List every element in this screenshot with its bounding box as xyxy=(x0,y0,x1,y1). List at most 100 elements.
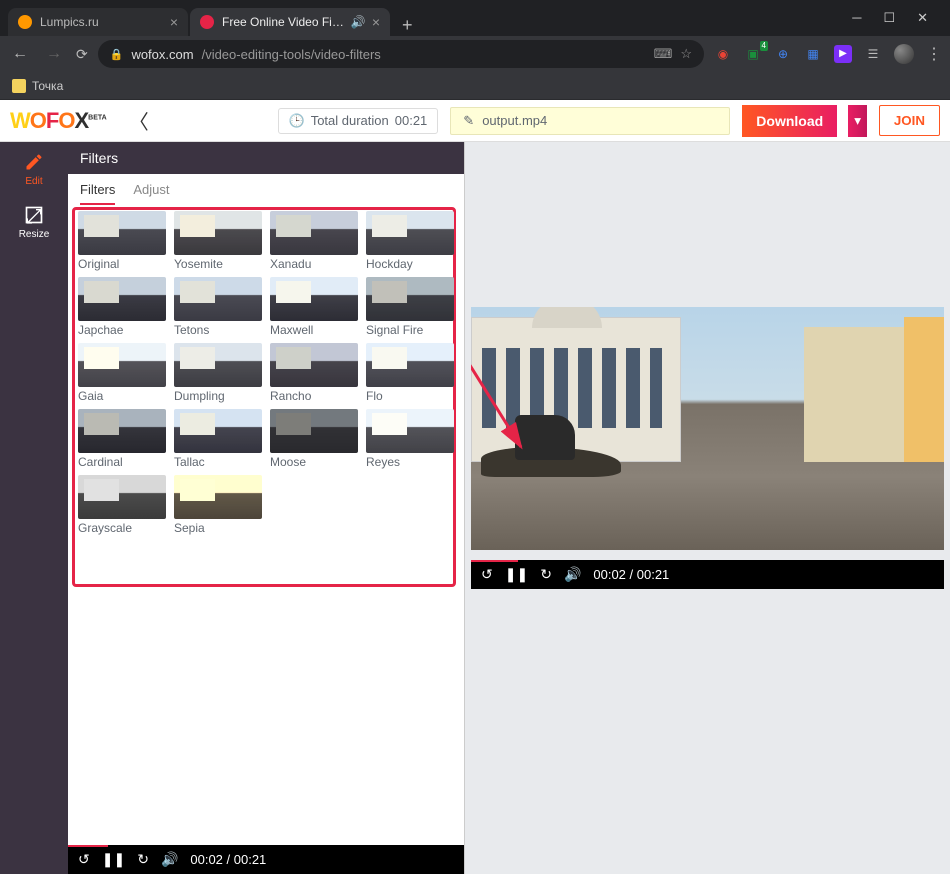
url-path: /video-editing-tools/video-filters xyxy=(202,47,381,62)
filter-cardinal[interactable]: Cardinal xyxy=(78,409,166,469)
filter-thumbnail xyxy=(78,343,166,387)
close-window-icon[interactable]: ✕ xyxy=(917,10,928,26)
browser-tab-lumpics[interactable]: Lumpics.ru × xyxy=(8,8,188,36)
filter-tallac[interactable]: Tallac xyxy=(174,409,262,469)
star-icon[interactable]: ☆ xyxy=(680,46,692,62)
window-controls: ─ ☐ ✕ xyxy=(838,8,942,26)
lock-icon: 🔒 xyxy=(110,48,124,61)
filter-thumbnail xyxy=(270,409,358,453)
filter-label: Tetons xyxy=(174,323,262,337)
filter-thumbnail xyxy=(366,409,454,453)
video-preview[interactable] xyxy=(471,307,944,550)
filter-label: Xanadu xyxy=(270,257,358,271)
filter-grayscale[interactable]: Grayscale xyxy=(78,475,166,535)
profile-avatar[interactable] xyxy=(894,44,914,64)
filter-gaia[interactable]: Gaia xyxy=(78,343,166,403)
filter-thumbnail xyxy=(270,343,358,387)
tool-edit[interactable]: Edit xyxy=(24,152,44,187)
resize-icon xyxy=(24,205,44,225)
filter-maxwell[interactable]: Maxwell xyxy=(270,277,358,337)
browser-tab-wofox[interactable]: Free Online Video Filters | W 🔊 × xyxy=(190,8,390,36)
tab-strip: Lumpics.ru × Free Online Video Filters |… xyxy=(0,0,950,36)
back-button[interactable]: 〈 xyxy=(119,106,159,135)
minimize-icon[interactable]: ─ xyxy=(852,10,861,26)
rewind-icon[interactable]: ↺ xyxy=(78,851,90,868)
filter-moose[interactable]: Moose xyxy=(270,409,358,469)
close-icon[interactable]: × xyxy=(372,14,380,30)
pause-icon[interactable]: ❚❚ xyxy=(505,566,528,583)
filter-thumbnail xyxy=(366,343,454,387)
ext-icon-5[interactable]: ▶ xyxy=(834,45,852,63)
download-button[interactable]: Download xyxy=(742,105,837,137)
tab-filters[interactable]: Filters xyxy=(80,182,115,205)
tab-adjust[interactable]: Adjust xyxy=(133,182,169,205)
ext-icon-4[interactable]: ▦ xyxy=(804,45,822,63)
volume-icon[interactable]: 🔊 xyxy=(564,566,581,583)
menu-icon[interactable]: ⋮ xyxy=(926,44,942,64)
filter-xanadu[interactable]: Xanadu xyxy=(270,211,358,271)
url-host: wofox.com xyxy=(131,47,193,62)
nav-back-icon[interactable]: ← xyxy=(8,45,32,63)
filter-yosemite[interactable]: Yosemite xyxy=(174,211,262,271)
favicon-wofox xyxy=(200,15,214,29)
filename-input[interactable]: ✎ output.mp4 xyxy=(450,107,730,135)
bookmark-folder-icon xyxy=(12,79,26,93)
app-header: WOFOXBETA 〈 🕒 Total duration 00:21 ✎ out… xyxy=(0,100,950,142)
join-button[interactable]: JOIN xyxy=(879,105,940,136)
filter-rancho[interactable]: Rancho xyxy=(270,343,358,403)
duration-display: 🕒 Total duration 00:21 xyxy=(278,108,439,134)
filter-sepia[interactable]: Sepia xyxy=(174,475,262,535)
nav-forward-icon[interactable]: → xyxy=(42,45,66,63)
filter-signal-fire[interactable]: Signal Fire xyxy=(366,277,454,337)
badge: 4 xyxy=(760,41,768,51)
forward-icon[interactable]: ↻ xyxy=(137,851,149,868)
ext-icon-1[interactable]: ◉ xyxy=(714,45,732,63)
maximize-icon[interactable]: ☐ xyxy=(883,10,895,26)
filter-label: Gaia xyxy=(78,389,166,403)
filter-thumbnail xyxy=(78,277,166,321)
volume-icon[interactable]: 🔊 xyxy=(161,851,178,868)
filter-label: Tallac xyxy=(174,455,262,469)
reload-icon[interactable]: ⟳ xyxy=(76,46,88,63)
filter-japchae[interactable]: Japchae xyxy=(78,277,166,337)
tool-rail: Edit Resize xyxy=(0,142,68,874)
filter-thumbnail xyxy=(174,475,262,519)
filter-label: Maxwell xyxy=(270,323,358,337)
filter-dumpling[interactable]: Dumpling xyxy=(174,343,262,403)
panel-tabs: Filters Adjust xyxy=(68,174,464,205)
tool-resize[interactable]: Resize xyxy=(19,205,50,240)
ext-icon-adblock[interactable]: ▣ 4 xyxy=(744,45,762,63)
filter-tetons[interactable]: Tetons xyxy=(174,277,262,337)
filter-reyes[interactable]: Reyes xyxy=(366,409,454,469)
app-body: Edit Resize Filters Filters Adjust Origi… xyxy=(0,142,950,874)
playback-bar-preview: ↺ ❚❚ ↻ 🔊 00:02 / 00:21 xyxy=(471,560,944,589)
filter-label: Dumpling xyxy=(174,389,262,403)
bookmark-item[interactable]: Точка xyxy=(32,79,63,93)
playback-time: 00:02 / 00:21 xyxy=(190,852,266,867)
new-tab-button[interactable]: + xyxy=(392,15,423,36)
filter-original[interactable]: Original xyxy=(78,211,166,271)
filter-flo[interactable]: Flo xyxy=(366,343,454,403)
forward-icon[interactable]: ↻ xyxy=(540,566,552,583)
filters-grid-wrap: OriginalYosemite Xanadu Hockday Japchae Teto… xyxy=(68,205,464,845)
sound-icon[interactable]: 🔊 xyxy=(351,15,366,29)
filter-label: Hockday xyxy=(366,257,454,271)
favicon-lumpics xyxy=(18,15,32,29)
filter-hockday[interactable]: Hockday xyxy=(366,211,454,271)
translate-icon[interactable]: ⌨ xyxy=(654,46,673,62)
filter-thumbnail xyxy=(78,409,166,453)
ext-icon-3[interactable]: ⊕ xyxy=(774,45,792,63)
playback-time: 00:02 / 00:21 xyxy=(593,567,669,582)
url-input[interactable]: 🔒 wofox.com/video-editing-tools/video-fi… xyxy=(98,40,704,68)
playback-bar-panel: ↺ ❚❚ ↻ 🔊 00:02 / 00:21 xyxy=(68,845,464,874)
reading-list-icon[interactable]: ☰ xyxy=(864,45,882,63)
filter-thumbnail xyxy=(270,211,358,255)
download-dropdown[interactable]: ▾ xyxy=(848,105,867,137)
close-icon[interactable]: × xyxy=(170,14,178,30)
pause-icon[interactable]: ❚❚ xyxy=(102,851,125,868)
tab-title: Free Online Video Filters | W xyxy=(222,15,345,29)
filter-thumbnail xyxy=(366,277,454,321)
wofox-logo[interactable]: WOFOXBETA xyxy=(10,108,107,134)
rewind-icon[interactable]: ↺ xyxy=(481,566,493,583)
filter-thumbnail xyxy=(366,211,454,255)
